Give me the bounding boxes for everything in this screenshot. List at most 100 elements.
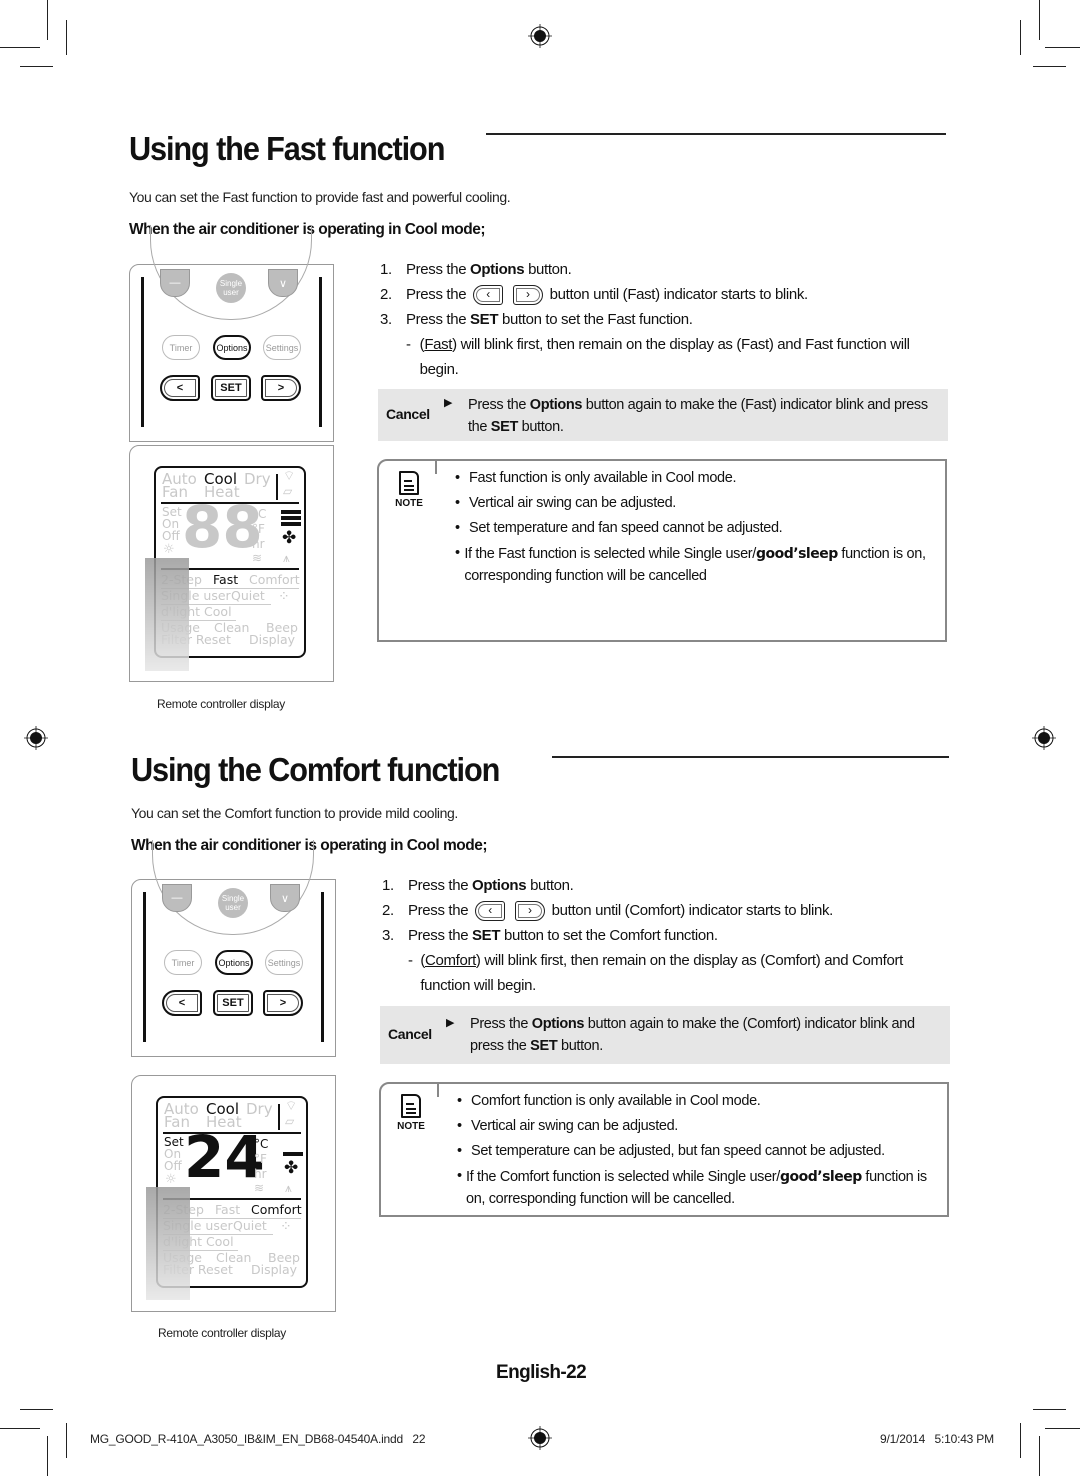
unit-hour: hr bbox=[252, 537, 265, 551]
crop-mark bbox=[1039, 0, 1040, 40]
note-icon: NOTE bbox=[393, 471, 425, 509]
timer-button: Timer bbox=[162, 335, 200, 360]
note-item: • Set temperature and fan speed cannot be… bbox=[455, 520, 783, 536]
battery-icon: ▱ bbox=[285, 1114, 295, 1128]
left-arrow-icon: ‹ bbox=[475, 901, 506, 922]
crop-mark bbox=[1020, 1423, 1021, 1458]
cancel-label: Cancel bbox=[388, 1026, 432, 1042]
intro-text: You can set the Fast function to provide… bbox=[129, 189, 511, 205]
swing-icon: ≋ bbox=[252, 551, 263, 565]
step-substep: - (Fast) will blink first, then remain on… bbox=[406, 336, 910, 378]
sleep-timer-icon: ☼ bbox=[165, 1172, 177, 1187]
step-item: 1. Press the Options button. bbox=[380, 261, 572, 278]
registration-mark-icon bbox=[528, 24, 552, 48]
cancel-box: Cancel ▶ Press the Options button again … bbox=[378, 389, 948, 441]
timer-button: Timer bbox=[164, 950, 202, 975]
function-comfort: Comfort bbox=[251, 1202, 302, 1217]
crop-mark bbox=[0, 1428, 40, 1429]
cancel-text: Press the Options button again to make t… bbox=[470, 1016, 915, 1054]
options-button: Options bbox=[213, 335, 251, 360]
function-fast: Fast bbox=[215, 1202, 241, 1217]
step-item: 2. Press the ‹ › button until (Comfort) i… bbox=[382, 898, 952, 923]
crop-mark bbox=[66, 1423, 67, 1458]
crop-mark bbox=[1039, 1436, 1040, 1476]
single-user-button: Single user bbox=[216, 273, 246, 303]
fan-speed-bar bbox=[281, 516, 301, 520]
swing-icon: ≋ bbox=[254, 1181, 265, 1195]
temp-down-button: — bbox=[162, 884, 192, 912]
crop-mark bbox=[20, 1409, 53, 1410]
registration-mark-icon bbox=[24, 726, 48, 750]
steps-list: 1. Press the Options button. 2. Press the … bbox=[380, 257, 940, 382]
fan-icon: ✤ bbox=[284, 1158, 299, 1178]
temp-down-button: — bbox=[160, 269, 190, 297]
left-arrow-button: < bbox=[160, 375, 200, 401]
cancel-box: Cancel ▶ Press the Options button again … bbox=[380, 1006, 950, 1064]
dots-icon: ⁘ bbox=[278, 589, 290, 605]
sleep-timer-icon: ☼ bbox=[163, 542, 175, 557]
step-substep: - (Comfort) will blink first, then remain… bbox=[408, 952, 903, 994]
step-item: 3. Press the SET button to set the Fast f… bbox=[380, 311, 693, 328]
settings-button: Settings bbox=[263, 335, 301, 360]
note-item: • If the Fast function is selected while … bbox=[455, 545, 926, 584]
set-button: SET bbox=[211, 375, 251, 401]
footer-datetime: 9/1/2014 5:10:43 PM bbox=[880, 1432, 994, 1446]
figure-caption: Remote controller display bbox=[158, 1326, 286, 1340]
title-rule bbox=[486, 133, 946, 135]
options-button: Options bbox=[215, 950, 253, 975]
dots-icon: ⁘ bbox=[280, 1219, 292, 1235]
remote-controller-buttons: — Single user ∨ Timer Options Settings <… bbox=[131, 840, 336, 1057]
left-arrow-icon: ‹ bbox=[473, 285, 504, 306]
step-item: 1. Press the Options button. bbox=[382, 877, 574, 894]
note-item: • Comfort function is only available in C… bbox=[457, 1093, 761, 1109]
crop-mark bbox=[1033, 66, 1066, 67]
function-comfort: Comfort bbox=[249, 572, 300, 587]
section-title: Using the Fast function bbox=[129, 130, 445, 167]
note-box: NOTE • Comfort function is only available… bbox=[379, 1082, 949, 1217]
crop-mark bbox=[66, 20, 67, 55]
off-label: Off bbox=[162, 529, 180, 543]
remote-controller-buttons: — Single user ∨ Timer Options Settings <… bbox=[129, 225, 334, 442]
crop-mark bbox=[1020, 20, 1021, 55]
unit-celsius: °C bbox=[252, 507, 267, 521]
fan-speed-bar bbox=[281, 510, 301, 514]
fan-icon: ✤ bbox=[282, 528, 297, 548]
section-title: Using the Comfort function bbox=[131, 751, 500, 788]
left-arrow-button: < bbox=[162, 990, 202, 1016]
title-rule bbox=[552, 756, 949, 758]
crop-mark bbox=[1045, 47, 1080, 48]
unit-hour: hr bbox=[254, 1167, 267, 1181]
triangle-bullet-icon: ▶ bbox=[446, 1017, 455, 1029]
crop-mark bbox=[0, 47, 40, 48]
crop-mark bbox=[1045, 1428, 1080, 1429]
triangle-bullet-icon: ▶ bbox=[444, 397, 453, 409]
steps-list: 1. Press the Options button. 2. Press the … bbox=[382, 873, 952, 998]
single-user-button: Single user bbox=[218, 888, 248, 918]
right-arrow-icon: › bbox=[512, 285, 543, 306]
airflow-icon: ⩚ bbox=[283, 551, 290, 565]
figure-caption: Remote controller display bbox=[157, 697, 285, 711]
note-item: • If the Comfort function is selected whi… bbox=[457, 1168, 927, 1207]
battery-icon: ▱ bbox=[283, 484, 293, 498]
function-display: Display bbox=[249, 632, 296, 647]
note-list: • Comfort function is only available in C… bbox=[457, 1089, 937, 1210]
wifi-icon: ⌔ bbox=[285, 1099, 298, 1114]
mode-dry: Dry bbox=[246, 1100, 273, 1118]
registration-mark-icon bbox=[528, 1426, 552, 1450]
note-item: • Vertical air swing can be adjusted. bbox=[457, 1118, 678, 1134]
temperature-digits: 24 bbox=[184, 1123, 265, 1191]
unit-fahrenheit: °F bbox=[254, 1152, 267, 1166]
fan-speed-bar bbox=[281, 522, 301, 526]
mode-dry: Dry bbox=[244, 470, 271, 488]
page-number: English-22 bbox=[496, 1362, 587, 1383]
wifi-icon: ⌔ bbox=[283, 469, 296, 484]
step-item: 3. Press the SET button to set the Comfor… bbox=[382, 927, 718, 944]
note-box: NOTE • Fast function is only available in… bbox=[377, 459, 947, 642]
function-display: Display bbox=[251, 1262, 298, 1277]
temp-up-button: ∨ bbox=[268, 269, 298, 297]
registration-mark-icon bbox=[1032, 726, 1056, 750]
function-quiet: Quiet bbox=[231, 588, 265, 603]
crop-mark bbox=[20, 66, 53, 67]
function-fast: Fast bbox=[213, 572, 239, 587]
unit-fahrenheit: °F bbox=[252, 522, 265, 536]
